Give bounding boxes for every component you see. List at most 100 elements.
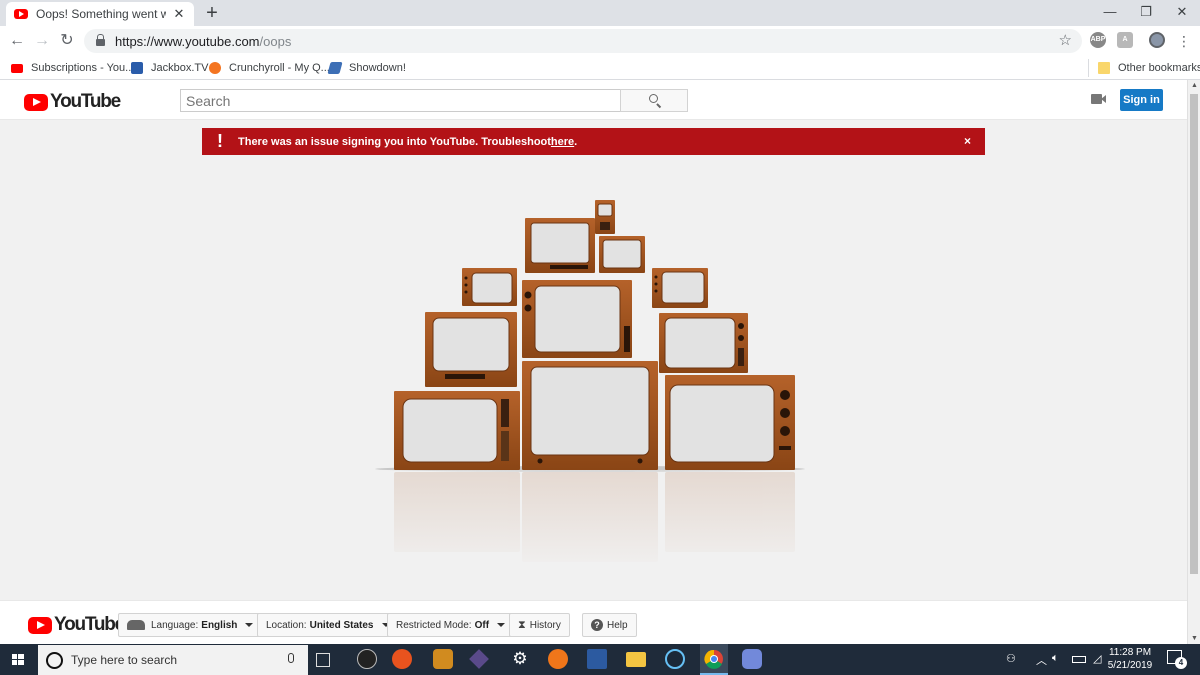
settings-gear-icon[interactable]: ⚙ — [510, 649, 530, 669]
other-bookmarks[interactable]: Other bookmarks — [1098, 60, 1200, 76]
browser-toolbar: ← → ↻ https://www.youtube.com/oops ☆ ABP… — [0, 26, 1200, 56]
tv-bottom-center — [522, 361, 658, 470]
app-icon-5[interactable] — [548, 649, 568, 669]
scrollbar-thumb[interactable] — [1190, 94, 1198, 574]
showdown-icon — [327, 62, 343, 74]
location-value: United States — [309, 619, 374, 631]
tv-bottom-left — [394, 391, 520, 470]
broken-tvs-illustration — [370, 200, 820, 573]
clock-time: 11:28 PM — [1108, 647, 1152, 658]
search-icon — [649, 94, 658, 103]
tray-chevron-up-icon[interactable]: ︿ — [1036, 652, 1047, 668]
youtube-logo-icon — [28, 616, 52, 634]
bookmark-label: Jackbox.TV — [151, 62, 209, 74]
bookmark-subscriptions[interactable]: Subscriptions - You... — [11, 60, 134, 76]
chrome-taskbar-button[interactable] — [700, 644, 728, 675]
restricted-mode-picker[interactable]: Restricted Mode: Off — [387, 613, 515, 637]
minimize-button[interactable]: — — [1098, 4, 1122, 20]
app-icon-1[interactable] — [357, 649, 377, 669]
battery-icon[interactable] — [1072, 656, 1086, 663]
network-icon[interactable]: ◿ — [1093, 652, 1101, 665]
location-picker[interactable]: Location: United States — [257, 613, 399, 637]
discord-icon[interactable] — [742, 649, 762, 669]
tab-title: Oops! Something went wrong. - — [36, 7, 166, 21]
scroll-down-icon[interactable]: ▼ — [1191, 635, 1198, 642]
profile-avatar[interactable] — [1149, 32, 1165, 48]
bookmark-showdown[interactable]: Showdown! — [327, 60, 406, 76]
file-explorer-icon[interactable] — [626, 652, 646, 667]
tab-close-icon[interactable]: ✕ — [172, 6, 186, 22]
language-icon — [127, 620, 145, 630]
youtube-logo[interactable]: YouTube — [24, 91, 121, 113]
windows-taskbar: Type here to search ⚙ ⚇ ︿ 🔈︎ ◿ 11:28 PM … — [0, 644, 1200, 675]
search-button[interactable] — [620, 89, 688, 112]
task-view-icon[interactable] — [316, 653, 330, 667]
chrome-icon — [704, 649, 723, 669]
address-bar[interactable]: https://www.youtube.com/oops ☆ — [84, 29, 1082, 53]
volume-icon[interactable]: 🔈︎ — [1052, 652, 1059, 665]
tab-strip: Oops! Something went wrong. - ✕ + — ❐ ✕ — [0, 0, 1200, 26]
taskbar-clock[interactable]: 11:28 PM 5/21/2019 — [1102, 646, 1158, 672]
youtube-icon — [11, 63, 23, 73]
url-path: /oops — [259, 33, 292, 49]
search-input[interactable] — [180, 89, 621, 112]
browser-tab[interactable]: Oops! Something went wrong. - ✕ — [6, 2, 194, 26]
microphone-icon[interactable] — [288, 653, 294, 663]
clock-date: 5/21/2019 — [1107, 660, 1153, 671]
hourglass-icon: ⧗ — [518, 618, 526, 631]
other-bookmarks-label: Other bookmarks — [1118, 62, 1200, 74]
people-icon[interactable]: ⚇ — [1006, 652, 1016, 665]
restore-button[interactable]: ❐ — [1134, 4, 1158, 20]
troubleshoot-link[interactable]: here — [551, 136, 574, 148]
sign-in-error-alert: ! There was an issue signing you into Yo… — [202, 128, 985, 155]
windows-logo-icon — [12, 654, 24, 665]
tv-top-tiny — [595, 200, 615, 234]
help-button[interactable]: ? Help — [582, 613, 637, 637]
close-window-button[interactable]: ✕ — [1170, 4, 1194, 20]
extension-icon[interactable]: A — [1117, 32, 1133, 48]
language-picker[interactable]: Language: English — [118, 613, 263, 637]
alert-close-icon[interactable]: × — [964, 134, 971, 148]
tv-top-left — [462, 268, 517, 306]
help-label: Help — [607, 619, 628, 631]
chevron-down-icon — [497, 623, 506, 627]
action-center-icon[interactable]: 4 — [1167, 650, 1187, 669]
sign-in-button[interactable]: Sign in — [1120, 89, 1163, 111]
taskbar-search-placeholder: Type here to search — [71, 653, 178, 667]
adblock-extension-icon[interactable]: ABP — [1090, 32, 1106, 48]
bookmark-label: Showdown! — [349, 62, 406, 74]
page-scrollbar[interactable]: ▲ ▼ — [1187, 80, 1200, 644]
restricted-mode-value: Off — [474, 619, 490, 631]
alert-exclamation-icon: ! — [217, 131, 223, 151]
restricted-mode-label: Restricted Mode: — [396, 619, 472, 631]
tv-bottom-right — [665, 375, 795, 470]
scroll-up-icon[interactable]: ▲ — [1191, 82, 1198, 89]
bookmark-jackbox[interactable]: Jackbox.TV — [131, 60, 208, 76]
jackbox-icon — [131, 62, 143, 74]
app-icon-4[interactable] — [469, 649, 489, 669]
start-button[interactable] — [0, 644, 36, 675]
new-tab-button[interactable]: + — [203, 3, 221, 23]
tv-top-right-small — [599, 236, 645, 273]
chrome-menu-icon[interactable]: ⋮ — [1177, 32, 1191, 50]
reload-button[interactable]: ↻ — [58, 32, 76, 50]
bookmark-crunchyroll[interactable]: Crunchyroll - My Q... — [209, 60, 330, 76]
bookmark-label: Crunchyroll - My Q... — [229, 62, 330, 74]
folder-icon — [1098, 62, 1110, 74]
app-icon-3[interactable] — [433, 649, 453, 669]
app-icon-6[interactable] — [587, 649, 607, 669]
forward-button[interactable]: → — [33, 32, 51, 50]
app-icon-2[interactable] — [392, 649, 412, 669]
youtube-favicon-icon — [14, 9, 28, 19]
footer-youtube-logo[interactable]: YouTube — [28, 614, 125, 636]
tv-middle-left — [425, 312, 517, 387]
chevron-down-icon — [245, 623, 254, 627]
upload-video-icon[interactable] — [1091, 94, 1106, 104]
steam-icon[interactable] — [665, 649, 685, 669]
language-value: English — [201, 619, 238, 631]
bookmark-star-icon[interactable]: ☆ — [1059, 31, 1072, 49]
bookmarks-bar: Subscriptions - You... Jackbox.TV Crunch… — [0, 56, 1200, 80]
back-button[interactable]: ← — [8, 32, 26, 50]
history-button[interactable]: ⧗ History — [509, 613, 570, 637]
taskbar-search[interactable]: Type here to search — [38, 645, 308, 675]
